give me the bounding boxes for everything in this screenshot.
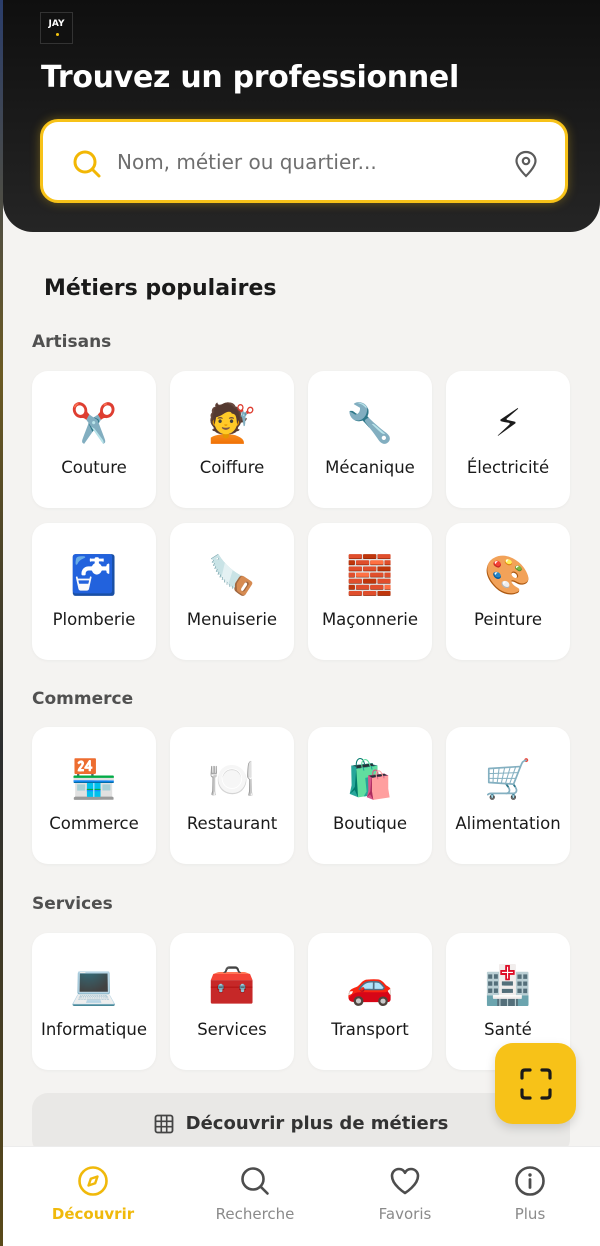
scissors-icon: ✂️ — [70, 401, 118, 445]
section-title-popular-trades: Métiers populaires — [44, 276, 277, 301]
trade-card-transport[interactable]: 🚗 Transport — [308, 933, 432, 1070]
shopping-bags-icon: 🛍️ — [346, 757, 394, 801]
search-icon — [73, 150, 101, 178]
saw-icon: 🪚 — [208, 553, 256, 597]
nav-item-decouvrir[interactable]: Découvrir — [18, 1147, 168, 1246]
nav-label: Découvrir — [51, 1205, 135, 1223]
category-label-services: Services — [32, 894, 113, 914]
search-input[interactable] — [117, 136, 497, 188]
trade-label: Menuiserie — [186, 610, 278, 629]
shopping-cart-icon: 🛒 — [484, 757, 532, 801]
convenience-store-icon: 🏪 — [70, 757, 118, 801]
wrench-icon: 🔧 — [346, 401, 394, 445]
trade-card-peinture[interactable]: 🎨 Peinture — [446, 523, 570, 660]
scan-button[interactable] — [495, 1043, 576, 1124]
trade-card-menuiserie[interactable]: 🪚 Menuiserie — [170, 523, 294, 660]
trade-label: Boutique — [332, 814, 407, 833]
header: JAY Trouvez un professionnel — [3, 0, 600, 232]
hairdresser-icon: 💇 — [208, 401, 256, 445]
trade-label: Électricité — [466, 458, 550, 477]
car-icon: 🚗 — [346, 963, 394, 1007]
trade-label: Maçonnerie — [321, 610, 419, 629]
scan-icon — [519, 1067, 552, 1100]
trade-label: Transport — [331, 1020, 409, 1039]
trade-card-couture[interactable]: ✂️ Couture — [32, 371, 156, 508]
trade-card-services[interactable]: 🧰 Services — [170, 933, 294, 1070]
toolbox-icon: 🧰 — [208, 963, 256, 1007]
trade-label: Commerce — [49, 814, 139, 833]
category-label-commerce: Commerce — [32, 689, 134, 709]
trade-label: Mécanique — [325, 458, 415, 477]
trade-label: Informatique — [40, 1020, 148, 1039]
trade-label: Alimentation — [455, 814, 561, 833]
trade-card-plomberie[interactable]: 🚰 Plomberie — [32, 523, 156, 660]
search-bar[interactable] — [40, 119, 568, 203]
nav-label: Recherche — [215, 1205, 295, 1223]
grid-icon — [154, 1114, 174, 1134]
trade-label: Coiffure — [199, 458, 265, 477]
trade-label: Santé — [484, 1020, 532, 1039]
info-icon — [515, 1166, 545, 1196]
trade-card-informatique[interactable]: 💻 Informatique — [32, 933, 156, 1070]
palette-icon: 🎨 — [484, 553, 532, 597]
logo-dot — [56, 33, 59, 36]
trade-label: Couture — [61, 458, 127, 477]
category-label-artisans: Artisans — [32, 332, 112, 352]
location-pin-icon[interactable] — [513, 150, 539, 178]
app-logo[interactable]: JAY — [40, 12, 73, 44]
trade-card-mecanique[interactable]: 🔧 Mécanique — [308, 371, 432, 508]
discover-more-label: Découvrir plus de métiers — [185, 1113, 449, 1134]
trade-card-boutique[interactable]: 🛍️ Boutique — [308, 727, 432, 864]
bottom-navigation: Découvrir Recherche Favoris Plus — [3, 1146, 600, 1246]
hospital-icon: 🏥 — [484, 963, 532, 1007]
logo-text: JAY — [48, 19, 65, 29]
trade-card-commerce[interactable]: 🏪 Commerce — [32, 727, 156, 864]
trade-label: Plomberie — [52, 610, 136, 629]
trade-card-coiffure[interactable]: 💇 Coiffure — [170, 371, 294, 508]
trade-label: Peinture — [473, 610, 543, 629]
nav-label: Favoris — [378, 1205, 432, 1223]
heart-icon — [390, 1167, 420, 1195]
nav-item-plus[interactable]: Plus — [455, 1147, 600, 1246]
trade-card-alimentation[interactable]: 🛒 Alimentation — [446, 727, 570, 864]
trade-card-restaurant[interactable]: 🍽️ Restaurant — [170, 727, 294, 864]
search-icon — [241, 1167, 269, 1195]
lightning-icon: ⚡ — [494, 401, 522, 445]
trade-label: Services — [197, 1020, 267, 1039]
plate-cutlery-icon: 🍽️ — [208, 757, 256, 801]
bricks-icon: 🧱 — [346, 553, 394, 597]
water-tap-icon: 🚰 — [70, 553, 118, 597]
nav-item-recherche[interactable]: Recherche — [180, 1147, 330, 1246]
page-title: Trouvez un professionnel — [41, 60, 459, 95]
nav-label: Plus — [514, 1205, 546, 1223]
trade-label: Restaurant — [186, 814, 278, 833]
compass-icon — [78, 1166, 108, 1196]
trade-card-electricite[interactable]: ⚡ Électricité — [446, 371, 570, 508]
trade-card-maconnerie[interactable]: 🧱 Maçonnerie — [308, 523, 432, 660]
laptop-icon: 💻 — [70, 963, 118, 1007]
